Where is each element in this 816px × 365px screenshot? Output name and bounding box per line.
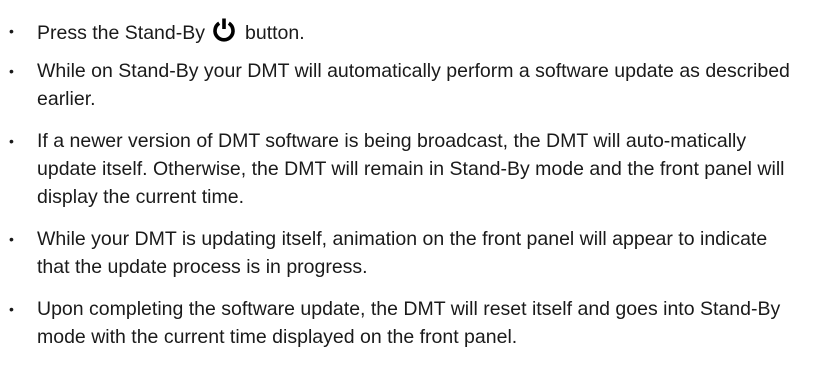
list-item-auto-update: • While on Stand-By your DMT will automa… (0, 57, 816, 113)
bullet: • (9, 301, 14, 317)
power-icon (211, 17, 237, 43)
bullet: • (9, 63, 14, 79)
list-item-press-standby: • Press the Stand-By button. (0, 17, 816, 47)
item-text: While on Stand-By your DMT will automati… (37, 60, 790, 110)
bullet: • (9, 133, 14, 149)
bullet: • (9, 23, 14, 39)
item-text: If a newer version of DMT software is be… (37, 130, 785, 208)
item-text-after: button. (245, 22, 305, 44)
bullet: • (9, 231, 14, 247)
item-text: While your DMT is updating itself, anima… (37, 228, 768, 278)
list-item-reset: • Upon completing the software update, t… (0, 295, 816, 351)
instruction-list: • Press the Stand-By button. • While on … (0, 17, 816, 351)
list-item-animation: • While your DMT is updating itself, ani… (0, 225, 816, 281)
list-item-newer-version: • If a newer version of DMT software is … (0, 127, 816, 211)
item-text-before: Press the Stand-By (37, 22, 205, 44)
instruction-page: • Press the Stand-By button. • While on … (0, 0, 816, 365)
item-text: Upon completing the software update, the… (37, 298, 781, 348)
